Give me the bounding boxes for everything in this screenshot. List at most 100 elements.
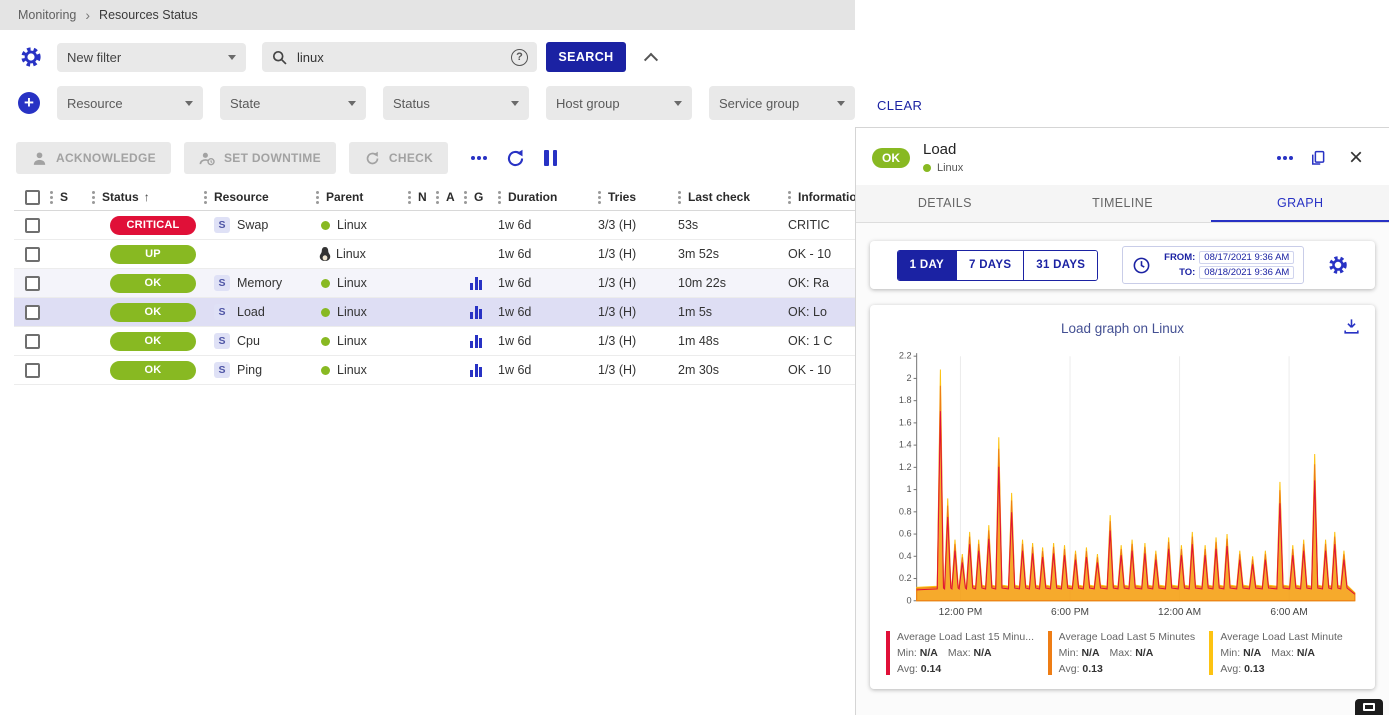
svg-text:6:00 AM: 6:00 AM [1270,607,1307,618]
collapse-filters-chevron-icon[interactable] [644,53,658,67]
ok-dot-icon [923,164,931,172]
row-checkbox[interactable] [25,363,40,378]
table-row[interactable]: UPLinux1w 6d1/3 (H)3m 52sOK - 10 [14,240,855,269]
copy-link-icon[interactable] [1309,149,1327,167]
tab-graph[interactable]: GRAPH [1211,185,1389,222]
column-header-graph[interactable]: G [464,190,498,204]
filter-status-select[interactable]: Status [383,86,529,120]
acknowledge-button[interactable]: ACKNOWLEDGE [16,142,171,174]
service-icon: S [214,304,230,320]
downtime-icon [199,150,216,167]
grip-dots-icon [92,196,95,199]
range-7-days-button[interactable]: 7 DAYS [956,251,1023,280]
graph-title: Load graph on Linux [882,321,1363,336]
chart-icon[interactable] [470,306,482,319]
more-actions-icon[interactable] [469,150,489,166]
legend-item[interactable]: Average Load Last Minute Min: N/AMax: N/… [1209,631,1359,675]
row-checkbox[interactable] [25,305,40,320]
table-body: CRITICALSSwapLinux1w 6d3/3 (H)53sCRITICU… [14,211,855,385]
status-badge: OK [110,274,196,293]
column-header-severity[interactable]: S [50,190,92,204]
clear-filters-link[interactable]: CLEAR [877,98,922,113]
table-row[interactable]: OKSLoadLinux1w 6d1/3 (H)1m 5sOK: Lo [14,298,855,327]
svg-text:0.4: 0.4 [899,551,912,561]
clock-icon [1132,256,1151,275]
set-downtime-button[interactable]: SET DOWNTIME [184,142,336,174]
grip-dots-icon [408,196,411,199]
check-button[interactable]: CHECK [349,142,448,174]
column-header-action[interactable]: A [436,190,464,204]
row-checkbox[interactable] [25,276,40,291]
filter-settings-gear-icon[interactable] [20,46,42,68]
tab-timeline[interactable]: TIMELINE [1034,185,1212,222]
pause-refresh-icon[interactable] [544,150,557,166]
close-icon[interactable]: × [1349,146,1363,170]
filter-servicegroup-select[interactable]: Service group [709,86,855,120]
to-value[interactable]: 08/18/2021 9:36 AM [1199,266,1294,279]
column-header-resource[interactable]: Resource [204,190,316,204]
grip-dots-icon [204,196,207,199]
details-panel: CLEAR OK Load Linux × [855,0,1389,715]
status-badge: OK [872,148,910,168]
service-icon: S [214,217,230,233]
chart-icon[interactable] [470,277,482,290]
svg-text:1.2: 1.2 [899,462,912,472]
row-checkbox[interactable] [25,247,40,262]
tab-details[interactable]: DETAILS [856,185,1034,222]
breadcrumb-resources-status[interactable]: Resources Status [99,8,198,22]
select-all-checkbox[interactable] [25,190,40,205]
table-row[interactable]: OKSMemoryLinux1w 6d1/3 (H)10m 22sOK: Ra [14,269,855,298]
panel-more-actions-icon[interactable] [1283,156,1287,160]
saved-filter-select[interactable]: New filter [57,43,246,72]
search-input[interactable] [295,49,511,66]
row-checkbox[interactable] [25,334,40,349]
column-header-last-check[interactable]: Last check [678,190,788,204]
column-header-tries[interactable]: Tries [598,190,678,204]
table-row[interactable]: OKSPingLinux1w 6d1/3 (H)2m 30sOK - 10 [14,356,855,385]
range-31-days-button[interactable]: 31 DAYS [1023,251,1097,280]
status-badge: OK [110,361,196,380]
table-row[interactable]: CRITICALSSwapLinux1w 6d3/3 (H)53sCRITIC [14,211,855,240]
sort-asc-icon: ↑ [144,190,150,204]
search-button[interactable]: SEARCH [546,42,626,72]
check-refresh-icon [364,150,381,167]
grip-dots-icon [464,196,467,199]
column-header-information[interactable]: Information [788,190,855,204]
filter-resource-select[interactable]: Resource [57,86,203,120]
breadcrumb-monitoring[interactable]: Monitoring [18,8,76,22]
filter-hostgroup-select[interactable]: Host group [546,86,692,120]
help-icon[interactable]: ? [511,49,528,66]
export-download-icon[interactable] [1342,317,1361,339]
legend-item[interactable]: Average Load Last 5 Minutes Min: N/AMax:… [1048,631,1198,675]
column-header-parent[interactable]: Parent [316,190,408,204]
filters-section: New filter ? SEARCH + Resource [0,30,855,132]
range-1-day-button[interactable]: 1 DAY [898,251,956,280]
column-header-status[interactable]: Status↑ [92,190,204,204]
column-header-notes[interactable]: N [408,190,436,204]
grip-dots-icon [598,196,601,199]
refresh-icon[interactable] [505,148,526,169]
row-checkbox[interactable] [25,218,40,233]
service-icon: S [214,275,230,291]
add-criteria-plus-icon[interactable]: + [18,92,40,114]
filter-state-select[interactable]: State [220,86,366,120]
from-value[interactable]: 08/17/2021 9:36 AM [1199,251,1294,264]
status-badge: OK [110,332,196,351]
graph-settings-gear-icon[interactable] [1328,255,1348,275]
fullscreen-button[interactable] [1355,699,1383,715]
svg-text:1.8: 1.8 [899,395,912,405]
ok-dot-icon [321,279,330,288]
time-range-card: 1 DAY 7 DAYS 31 DAYS FROM: 08/17/2021 9:… [870,241,1375,289]
column-header-duration[interactable]: Duration [498,190,598,204]
load-chart: 00.20.40.60.811.21.41.61.822.212:00 PM6:… [882,346,1363,627]
chart-icon[interactable] [470,364,482,377]
chart-icon[interactable] [470,335,482,348]
svg-text:6:00 PM: 6:00 PM [1051,607,1089,618]
filter-row-criteria: + Resource State Status Host group [0,86,855,120]
legend-item[interactable]: Average Load Last 15 Minu... Min: N/AMax… [886,631,1036,675]
grip-dots-icon [788,196,791,199]
panel-header: OK Load Linux × [856,128,1389,185]
table-row[interactable]: OKSCpuLinux1w 6d1/3 (H)1m 48sOK: 1 C [14,327,855,356]
chevron-down-icon [185,101,193,106]
custom-time-period[interactable]: FROM: 08/17/2021 9:36 AM TO: 08/18/2021 … [1122,246,1304,284]
